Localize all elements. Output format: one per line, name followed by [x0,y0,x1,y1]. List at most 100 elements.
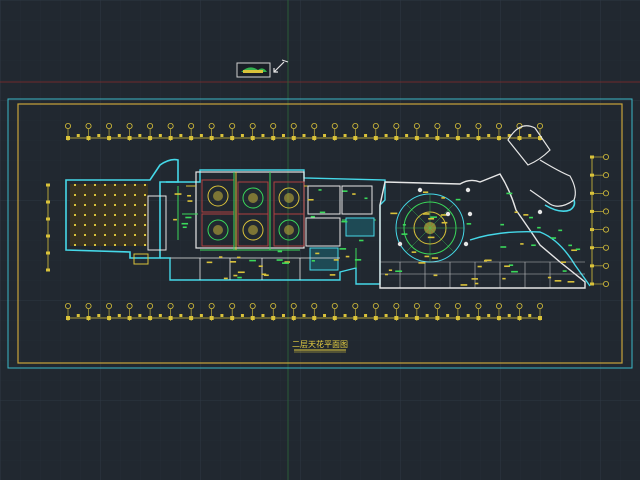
dimension-text [487,314,491,317]
fixture-mark [428,217,435,220]
fixture-mark [502,277,506,280]
fixture-mark [422,213,430,215]
dimension-text [528,134,532,137]
dimension-text [117,134,121,137]
fixture-mark [219,256,223,258]
dimension-text [528,314,532,317]
fixture-mark [562,270,567,272]
dimension-text [487,134,491,137]
dimension-tick [291,316,296,320]
dimension-tick [517,316,522,320]
fixture-mark [514,211,518,214]
fixture-mark [345,255,350,258]
dimension-tick [189,136,194,140]
dimension-tick [127,316,132,320]
left-hall-ceiling-grid [70,184,148,246]
dimension-text [220,134,224,137]
column-dot [417,187,423,193]
drawing-title-block: 二层天花平面图 [292,339,348,353]
dimension-text [179,134,183,137]
fixture-mark [433,274,438,277]
fixture-mark [441,197,446,199]
dimension-tick [455,136,460,140]
fixture-mark [474,282,479,285]
dimension-tick [414,136,419,140]
fixture-mark [174,193,182,195]
fixture-mark [315,252,320,255]
dimension-tick [107,316,112,320]
cyan-room-1 [345,217,375,237]
fixture-mark [500,246,507,248]
fixture-mark [455,198,461,201]
dimension-tick [312,136,317,140]
fixture-mark [418,262,426,264]
fixture-mark [511,270,518,273]
fixture-mark [282,262,289,264]
fixture-mark [277,250,283,253]
fixture-mark [484,259,492,262]
fixture-mark [460,284,468,286]
fixture-mark [430,216,437,218]
dimension-text [76,134,80,137]
fixture-mark [411,251,417,253]
dimension-tick [46,183,50,187]
fixture-mark [187,200,193,202]
fixture-mark [529,216,533,219]
fixture-mark [341,220,348,223]
dimension-tick [250,136,255,140]
dimension-text [446,134,450,137]
cad-drawing-canvas[interactable]: 二层天花平面图 [0,0,640,480]
column-dot [397,241,403,247]
dimension-text [466,314,470,317]
dimension-text [323,134,327,137]
dimension-tick [127,136,132,140]
fixture-mark [249,259,256,262]
dimension-tick [496,136,501,140]
fixture-mark [173,218,177,221]
dimension-text [323,314,327,317]
dimension-text [97,134,101,137]
fixture-mark [575,248,581,251]
fixture-mark [276,259,283,261]
column-dot [445,211,451,217]
dimension-text [343,134,347,137]
fixture-mark [237,276,242,279]
dimension-tick [455,316,460,320]
dimension-text [425,134,429,137]
dimension-tick [86,136,91,140]
column-dot [467,211,473,217]
fixture-mark [471,278,478,280]
fixture-mark [477,265,482,268]
dimension-tick [46,200,50,204]
fixture-mark [182,226,187,229]
fixture-mark [550,237,557,239]
dimension-tick [312,316,317,320]
fixture-mark [307,198,314,201]
dimension-text [405,134,409,137]
dimension-tick [517,136,522,140]
fixture-mark [395,270,403,273]
fixture-mark [390,212,398,215]
fixture-mark [181,222,189,225]
fixture-mark [547,276,552,279]
dimension-text [179,314,183,317]
dimension-tick [271,136,276,140]
dimension-tick [46,234,50,238]
dimension-text [343,314,347,317]
fixture-mark [537,226,541,229]
fixture-mark [424,255,430,258]
fixture-mark [230,261,237,263]
dimension-text [446,314,450,317]
fixture-mark [531,244,536,247]
dimension-tick [148,316,153,320]
fixture-mark [263,274,269,277]
column-dot [537,209,543,215]
fixture-mark [568,244,573,247]
layout-thumbnail-icon[interactable] [236,62,271,78]
dimension-tick [209,316,214,320]
dimension-tick [168,136,173,140]
fixture-mark [560,261,566,263]
dimension-text [76,314,80,317]
fixture-mark [401,233,408,235]
dimension-tick [353,136,358,140]
